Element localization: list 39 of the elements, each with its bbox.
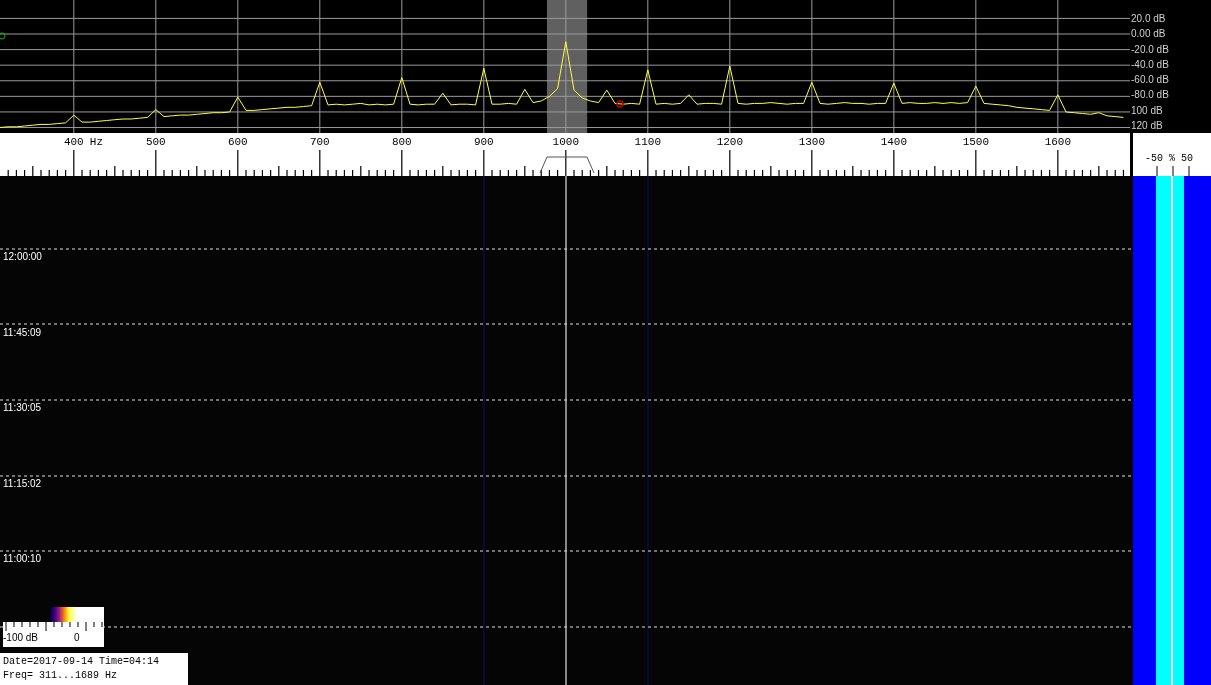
db-axis-label: 120 dB	[1130, 118, 1164, 133]
frequency-label: 400	[63, 136, 84, 148]
frequency-label: 500	[145, 136, 166, 148]
marker-circle	[616, 100, 624, 108]
frequency-label: 1600	[1044, 136, 1072, 148]
legend-max-label: 0	[74, 632, 80, 644]
frequency-label: 800	[391, 136, 412, 148]
frequency-label: 600	[227, 136, 248, 148]
time-label: 11:45:09	[3, 326, 42, 339]
filter-shape	[539, 156, 595, 174]
db-axis-label: -40.0 dB	[1130, 57, 1170, 72]
date-time-text: Date=2017-09-14 Time=04:14	[3, 655, 161, 669]
legend-min-label: -100 dB	[3, 632, 39, 644]
db-axis-label: 0.00 dB	[1130, 27, 1167, 42]
time-label: 12:00:00	[3, 251, 42, 263]
frequency-label: 1500	[962, 136, 990, 148]
frequency-label: 1200	[716, 136, 744, 148]
tuning-label: %	[1169, 153, 1176, 165]
db-axis-label: 20.0 dB	[1130, 12, 1167, 26]
frequency-label: 1000	[552, 136, 579, 148]
db-axis-label: -80.0 dB	[1130, 88, 1170, 103]
tuning-ticks	[1156, 166, 1190, 176]
color-gradient-bar	[50, 607, 104, 622]
frequency-label: 700	[309, 136, 330, 148]
time-label: 11:00:10	[3, 553, 42, 566]
time-label: 11:30:05	[3, 402, 42, 415]
time-label: 11:15:02	[3, 477, 42, 490]
db-axis-label: -60.0 dB	[1130, 73, 1170, 87]
frequency-range-text: Freq= 311...1689 Hz	[3, 669, 119, 683]
tuning-label: -50	[1145, 153, 1163, 165]
level-marker	[0, 32, 6, 40]
frequency-label: 1300	[798, 136, 826, 148]
db-axis-label: 100 dB	[1130, 103, 1164, 118]
frequency-label: 900	[473, 136, 494, 148]
frequency-unit-label: Hz	[89, 136, 103, 148]
db-axis-label: -20.0 dB	[1130, 42, 1170, 57]
frequency-label: 1400	[880, 136, 908, 148]
tuning-label: 50	[1181, 153, 1194, 165]
frequency-label: 1100	[634, 136, 661, 148]
